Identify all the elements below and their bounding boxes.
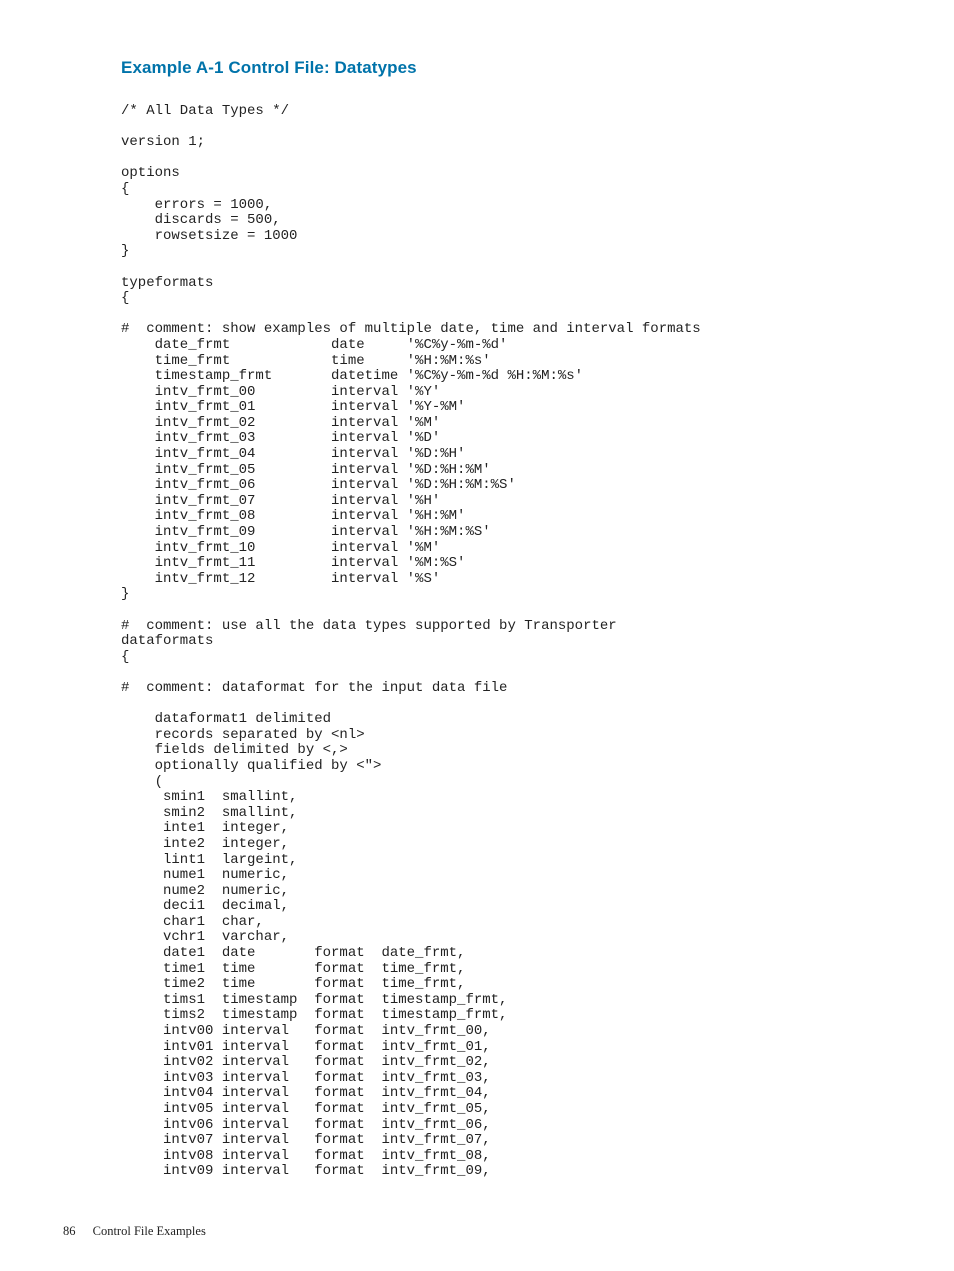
page-number: 86: [63, 1224, 76, 1238]
example-heading: Example A-1 Control File: Datatypes: [121, 58, 884, 78]
document-page: Example A-1 Control File: Datatypes /* A…: [0, 0, 954, 1271]
page-footer: 86 Control File Examples: [63, 1224, 206, 1239]
footer-section-title: Control File Examples: [93, 1224, 206, 1238]
code-block: /* All Data Types */ version 1; options …: [121, 104, 884, 1180]
